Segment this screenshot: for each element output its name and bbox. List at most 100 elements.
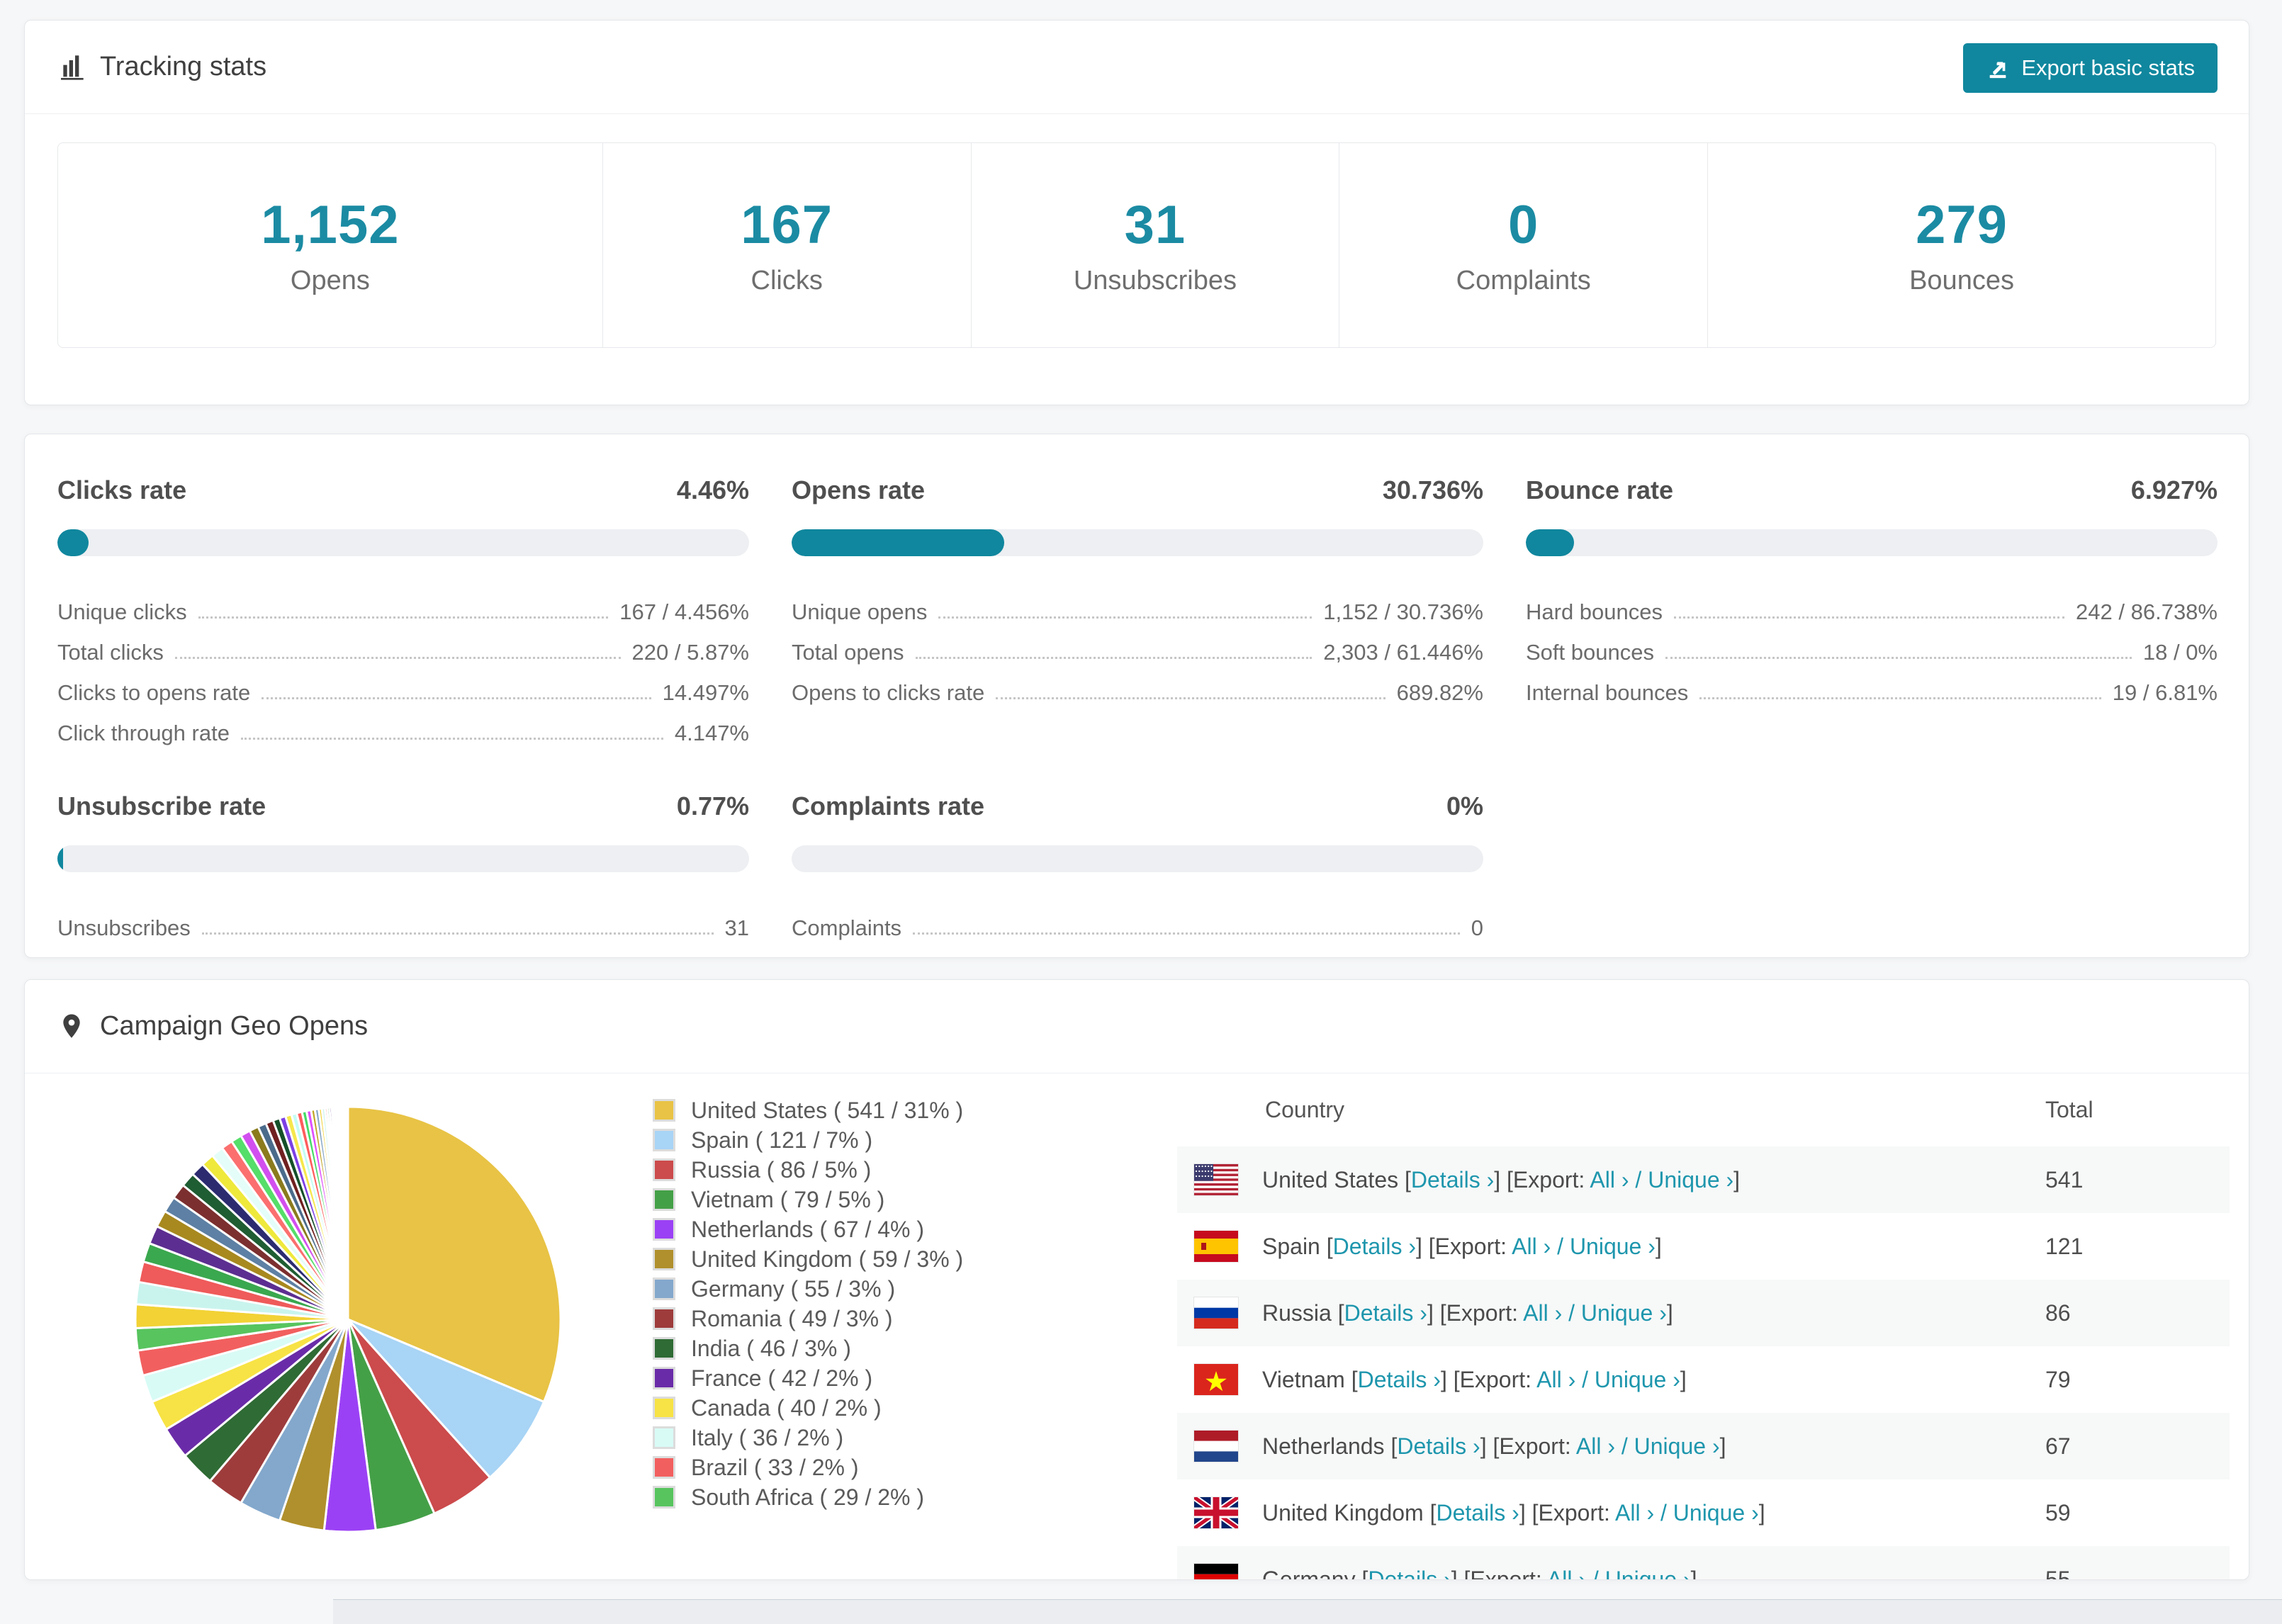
link-separator: / [1614,1433,1634,1459]
export-all-link[interactable]: All › [1512,1234,1551,1259]
bracket-close: ] [1680,1366,1687,1392]
geo-content: United States ( 541 / 31% ) Spain ( 121 /… [25,1073,2249,1579]
legend-label: Canada ( 40 / 2% ) [691,1394,882,1421]
rate-stat-row: Soft bounces 18 / 0% [1526,625,2218,665]
export-unique-link[interactable]: Unique › [1595,1367,1680,1392]
rate-block-complaints-rate: Complaints rate 0% Complaints 0 [792,791,1483,941]
export-unique-link[interactable]: Unique › [1581,1300,1667,1326]
rate-progress-bar [792,529,1483,556]
summary-stat-value: 279 [1916,195,2008,255]
export-unique-link[interactable]: Unique › [1605,1567,1691,1580]
es-flag-icon [1194,1231,1238,1262]
rate-progress-fill [792,529,1004,556]
summary-stat-label: Unsubscribes [1073,266,1237,295]
summary-stat-value: 167 [741,195,833,255]
nl-flag-icon [1194,1431,1238,1462]
legend-swatch [653,1307,675,1330]
export-basic-stats-button[interactable]: Export basic stats [1963,43,2218,93]
de-flag-icon [1194,1564,1238,1579]
rate-stat-value: 14.497% [662,680,749,705]
summary-stat-value: 1,152 [261,195,400,255]
legend-swatch [653,1218,675,1241]
details-link[interactable]: Details › [1344,1300,1427,1326]
details-link[interactable]: Details › [1397,1433,1480,1459]
details-link[interactable]: Details › [1368,1567,1451,1580]
export-unique-link[interactable]: Unique › [1648,1167,1733,1192]
total-cell: 59 [2045,1499,2071,1526]
total-cell: 121 [2045,1233,2084,1259]
geo-pie-chart [121,1093,575,1546]
bottom-scroll-strip [333,1599,2282,1624]
export-all-link[interactable]: All › [1590,1167,1629,1192]
dotted-leader [262,697,651,699]
export-all-link[interactable]: All › [1576,1433,1615,1459]
export-label: ] [Export: [1494,1166,1590,1192]
legend-item: Italy ( 36 / 2% ) [653,1423,963,1453]
export-all-link[interactable]: All › [1536,1367,1575,1392]
export-icon [1990,62,2006,79]
details-link[interactable]: Details › [1411,1167,1494,1192]
summary-stat-opens: 1,152 Opens [58,143,602,347]
legend-swatch [653,1486,675,1509]
bracket-close: ] [1666,1299,1673,1326]
tracking-stats-title-text: Tracking stats [100,52,267,81]
dotted-leader [201,932,714,935]
table-row-es: Spain [Details ›] [Export: All › / Uniqu… [1177,1213,2230,1280]
export-unique-link[interactable]: Unique › [1570,1234,1656,1259]
legend-swatch [653,1278,675,1300]
rate-stat-row: Unique opens 1,152 / 30.736% [792,585,1483,625]
legend-item: United Kingdom ( 59 / 3% ) [653,1244,963,1274]
legend-label: Vietnam ( 79 / 5% ) [691,1186,885,1212]
details-link[interactable]: Details › [1358,1367,1441,1392]
export-label: ] [Export: [1427,1299,1524,1326]
bar-chart-icon [61,55,84,80]
rate-stat-row: Total clicks 220 / 5.87% [57,625,749,665]
table-row-de: Germany [Details ›] [Export: All › / Uni… [1177,1546,2230,1580]
rate-stat-value: 220 / 5.87% [631,640,749,665]
legend-item: Vietnam ( 79 / 5% ) [653,1185,963,1214]
rate-value: 4.46% [676,475,749,504]
dotted-leader [240,738,663,740]
details-link[interactable]: Details › [1436,1500,1519,1526]
table-row-vn: Vietnam [Details ›] [Export: All › / Uni… [1177,1346,2230,1413]
export-label: ] [Export: [1480,1433,1576,1459]
export-unique-link[interactable]: Unique › [1673,1500,1759,1526]
rate-title: Complaints rate [792,791,985,821]
total-cell: 55 [2045,1566,2071,1580]
country-name: United Kingdom [ [1262,1499,1437,1526]
pie-slice[interactable] [346,1105,349,1321]
country-cell: United States [Details ›] [Export: All ›… [1262,1167,1740,1193]
map-pin-icon [63,1014,80,1038]
country-cell: Germany [Details ›] [Export: All › / Uni… [1262,1566,1697,1580]
rate-stat-row: Clicks to opens rate 14.497% [57,665,749,706]
rate-stat-row: Click through rate 4.147% [57,706,749,746]
country-cell: United Kingdom [Details ›] [Export: All … [1262,1500,1765,1526]
legend-item: Canada ( 40 / 2% ) [653,1393,963,1423]
details-link[interactable]: Details › [1333,1234,1416,1259]
summary-stat-unsubscribes: 31 Unsubscribes [970,143,1339,347]
geo-table-header: Country Total [1177,1073,2230,1146]
export-basic-stats-label: Export basic stats [2021,55,2195,80]
export-unique-link[interactable]: Unique › [1634,1433,1720,1459]
summary-stat-clicks: 167 Clicks [602,143,971,347]
rate-grid: Clicks rate 4.46% Unique clicks 167 / 4.456… [57,475,2218,941]
export-all-link[interactable]: All › [1547,1567,1586,1580]
summary-stat-value: 0 [1508,195,1539,255]
rate-stat-value: 167 / 4.456% [619,599,749,624]
legend-swatch [653,1367,675,1389]
legend-label: Netherlands ( 67 / 4% ) [691,1216,925,1242]
summary-stat-bounces: 279 Bounces [1707,143,2215,347]
rate-stat-value: 4.147% [674,721,749,745]
country-name: Germany [ [1262,1566,1368,1580]
export-all-link[interactable]: All › [1523,1300,1562,1326]
rate-stat-row: Unsubscribes 31 [57,901,749,941]
dotted-leader [198,616,609,619]
rate-stat-row: Unique clicks 167 / 4.456% [57,585,749,625]
export-all-link[interactable]: All › [1615,1500,1654,1526]
rate-stat-value: 1,152 / 30.736% [1323,599,1483,624]
rate-stat-label: Clicks to opens rate [57,680,251,705]
rate-stat-label: Opens to clicks rate [792,680,985,705]
country-cell: Russia [Details ›] [Export: All › / Uniq… [1262,1300,1673,1326]
geo-legend: United States ( 541 / 31% ) Spain ( 121 /… [653,1095,963,1512]
rate-block-unsubscribe-rate: Unsubscribe rate 0.77% Unsubscribes 31 [57,791,749,941]
